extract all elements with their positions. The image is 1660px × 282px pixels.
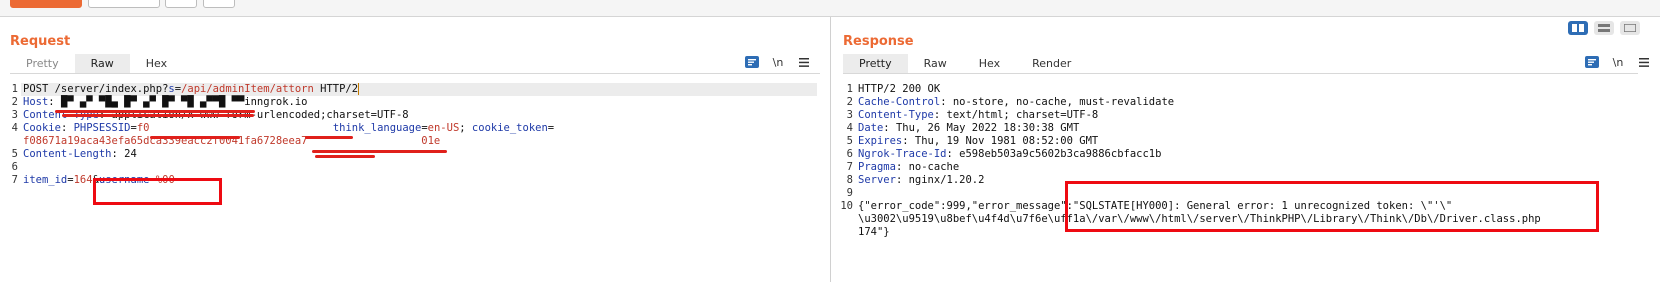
code-text: 174"} (858, 226, 890, 238)
tab-hex[interactable]: Hex (130, 54, 183, 73)
line-number: 8 (846, 174, 853, 186)
code-text: Expires: Thu, 19 Nov 1981 08:52:00 GMT (858, 135, 1099, 147)
response-editor-icons: \n (1584, 54, 1652, 70)
request-title: Request (10, 34, 71, 49)
code-text: Server: nginx/1.20.2 (858, 174, 985, 186)
layout-horizontal-icon[interactable] (1594, 21, 1614, 35)
code-line: f08671a19aca43efa65dca339eacc2f0041fa672… (0, 135, 830, 148)
line-number: 4 (846, 122, 853, 134)
tab-pretty[interactable]: Pretty (10, 54, 75, 73)
cancel-button[interactable] (88, 0, 160, 8)
code-text: Date: Thu, 26 May 2022 18:30:38 GMT (858, 122, 1080, 134)
code-line: 4 Cookie: PHPSESSID=f0 think_language=en-… (0, 122, 830, 135)
line-number: 3 (11, 109, 18, 121)
text-caret (358, 83, 360, 95)
redaction-mark (150, 136, 240, 139)
code-text: HTTP/2 200 OK (858, 83, 941, 95)
highlight-box-username (93, 178, 222, 205)
line-number: 4 (11, 122, 18, 134)
line-number: 2 (846, 96, 853, 108)
line-number: 3 (846, 109, 853, 121)
request-pane: Request Pretty Raw Hex \n 1 POST /server/… (0, 17, 831, 282)
top-toolbar (0, 0, 1660, 17)
line-number: 6 (11, 161, 18, 173)
request-editor-icons: \n (744, 54, 812, 70)
send-button[interactable] (10, 0, 82, 8)
line-number: 5 (846, 135, 853, 147)
redaction-mark (315, 155, 375, 158)
menu-icon[interactable] (796, 54, 812, 70)
highlight-box-error (1065, 181, 1599, 232)
line-number: 1 (846, 83, 853, 95)
line-number: 2 (11, 96, 18, 108)
code-text: Cache-Control: no-store, no-cache, must-… (858, 96, 1175, 108)
code-text: Content-Type: text/html; charset=UTF-8 (858, 109, 1099, 121)
code-line: 1 HTTP/2 200 OK (831, 83, 1660, 96)
code-text: Host: █▀ ▄▀ ▀█▄ █▀ ▄▀ █▀ ▀█ ▄▀▀█ ▀▀inngr… (23, 96, 308, 108)
layout-toggle (1568, 21, 1640, 35)
newline-icon[interactable]: \n (1610, 54, 1626, 70)
code-line: 1 POST /server/index.php?s=/api/adminItem… (0, 83, 830, 96)
redaction-mark (305, 136, 353, 139)
code-text: Ngrok-Trace-Id: e598eb503a9c5602b3ca9886… (858, 148, 1162, 160)
redaction-mark (55, 110, 255, 113)
code-line: 7 Pragma: no-cache (831, 161, 1660, 174)
layout-tabs-icon[interactable] (1620, 21, 1640, 35)
code-line: 4 Date: Thu, 26 May 2022 18:30:38 GMT (831, 122, 1660, 135)
line-number: 10 (840, 200, 853, 212)
code-text: Cookie: PHPSESSID=f0 think_language=en-U… (23, 122, 555, 134)
line-number: 7 (11, 174, 18, 186)
request-tabs: Pretty Raw Hex (10, 54, 183, 73)
code-line: 6 (0, 161, 830, 174)
code-text: Pragma: no-cache (858, 161, 960, 173)
code-text: POST /server/index.php?s=/api/adminItem/… (23, 83, 360, 95)
back-button[interactable] (165, 0, 197, 8)
redaction-mark (312, 150, 447, 153)
tab-raw[interactable]: Raw (74, 54, 130, 73)
wrap-lines-icon[interactable] (1584, 54, 1600, 70)
line-number: 7 (846, 161, 853, 173)
code-text: Content-Length: 24 (23, 148, 137, 160)
redaction-mark (62, 114, 254, 117)
code-line: 2 Host: █▀ ▄▀ ▀█▄ █▀ ▄▀ █▀ ▀█ ▄▀▀█ ▀▀inng… (0, 96, 830, 109)
response-tabs: Pretty Raw Hex Render (843, 54, 1087, 73)
wrap-lines-icon[interactable] (744, 54, 760, 70)
code-line: 5 Expires: Thu, 19 Nov 1981 08:52:00 GMT (831, 135, 1660, 148)
tab-raw[interactable]: Raw (908, 54, 963, 73)
line-number: 1 (11, 83, 18, 95)
response-pane: Response Pretty Raw Hex Render \n 1 HTTP/… (831, 17, 1660, 282)
response-editor[interactable]: 1 HTTP/2 200 OK 2 Cache-Control: no-store, … (831, 74, 1660, 282)
forward-button[interactable] (203, 0, 235, 8)
layout-side-by-side-icon[interactable] (1568, 21, 1588, 35)
code-line: 2 Cache-Control: no-store, no-cache, must… (831, 96, 1660, 109)
newline-icon[interactable]: \n (770, 54, 786, 70)
code-line: 6 Ngrok-Trace-Id: e598eb503a9c5602b3ca988… (831, 148, 1660, 161)
line-number: 9 (846, 187, 853, 199)
tab-hex[interactable]: Hex (963, 54, 1016, 73)
tab-pretty[interactable]: Pretty (843, 54, 908, 73)
code-line: 3 Content-Type: text/html; charset=UTF-8 (831, 109, 1660, 122)
line-number: 5 (11, 148, 18, 160)
line-number: 6 (846, 148, 853, 160)
menu-icon[interactable] (1636, 54, 1652, 70)
tab-render[interactable]: Render (1016, 54, 1087, 73)
response-title: Response (843, 34, 914, 49)
